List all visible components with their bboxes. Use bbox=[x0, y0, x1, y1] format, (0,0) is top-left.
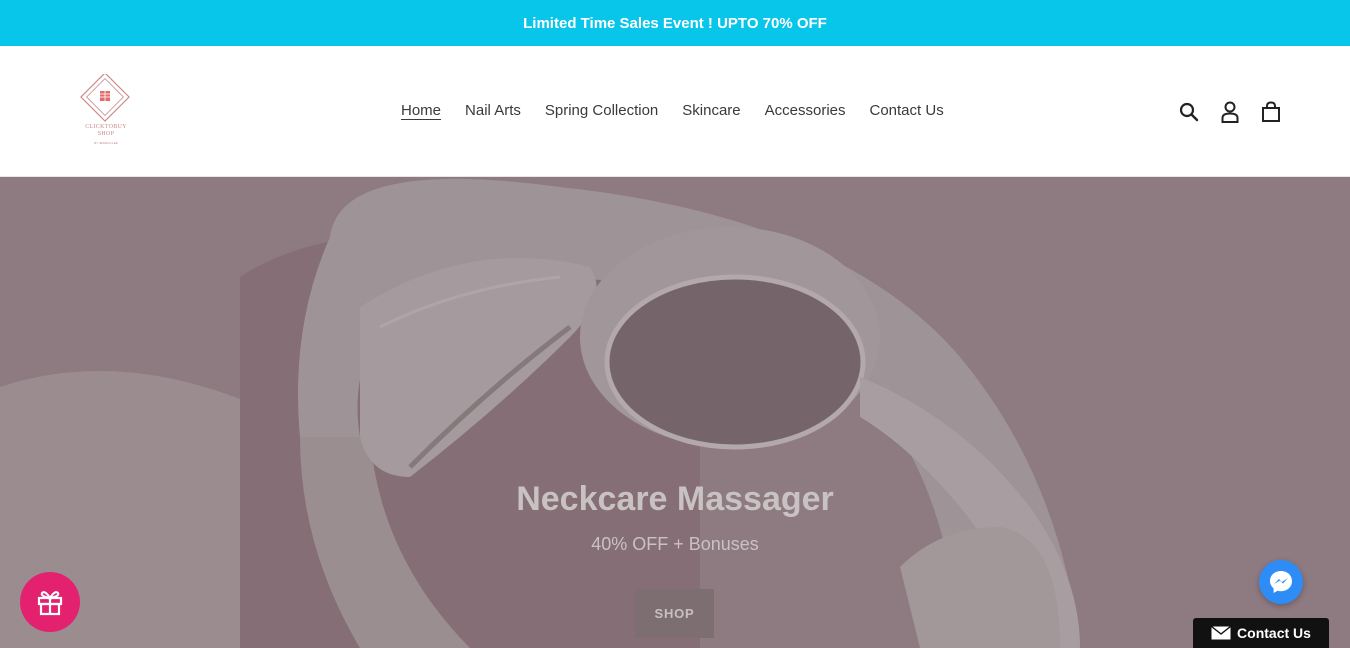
messenger-button[interactable] bbox=[1259, 560, 1303, 604]
hero-overlay bbox=[0, 177, 1350, 648]
main-nav: Home Nail Arts Spring Collection Skincar… bbox=[401, 102, 944, 120]
site-header: CLICKTOBUY SHOP BY JESSICA LEE Home Nail… bbox=[0, 46, 1350, 177]
nav-item-nail-arts[interactable]: Nail Arts bbox=[465, 102, 521, 120]
nav-item-accessories[interactable]: Accessories bbox=[765, 102, 846, 120]
cart-icon[interactable] bbox=[1259, 100, 1283, 124]
nav-item-home[interactable]: Home bbox=[401, 102, 441, 120]
hero-title: Neckcare Massager bbox=[516, 480, 834, 518]
messenger-icon bbox=[1270, 571, 1292, 593]
envelope-icon bbox=[1211, 626, 1231, 640]
announcement-text: Limited Time Sales Event ! UPTO 70% OFF bbox=[523, 14, 827, 32]
hero-subtitle: 40% OFF + Bonuses bbox=[591, 534, 759, 554]
shop-logo[interactable]: CLICKTOBUY SHOP BY JESSICA LEE bbox=[78, 72, 134, 150]
account-icon[interactable] bbox=[1218, 100, 1242, 124]
gift-icon bbox=[37, 591, 63, 616]
logo-line1: CLICKTOBUY bbox=[85, 124, 127, 130]
gift-button[interactable] bbox=[20, 572, 80, 632]
contact-us-tab[interactable]: Contact Us bbox=[1193, 618, 1329, 648]
shop-button[interactable]: SHOP bbox=[635, 589, 714, 638]
logo-text: CLICKTOBUY SHOP bbox=[78, 124, 134, 138]
nav-item-spring-collection[interactable]: Spring Collection bbox=[545, 102, 658, 120]
hero-banner: Neckcare Massager 40% OFF + Bonuses SHOP bbox=[0, 177, 1350, 648]
search-icon[interactable] bbox=[1177, 100, 1201, 124]
contact-us-label: Contact Us bbox=[1237, 625, 1311, 641]
announcement-bar: Limited Time Sales Event ! UPTO 70% OFF bbox=[0, 0, 1350, 46]
logo-diamond-icon bbox=[80, 72, 130, 122]
nav-item-skincare[interactable]: Skincare bbox=[682, 102, 740, 120]
nav-item-contact-us[interactable]: Contact Us bbox=[870, 102, 944, 120]
logo-tagline: BY JESSICA LEE bbox=[94, 141, 118, 145]
logo-line2: SHOP bbox=[97, 131, 115, 137]
header-icons bbox=[1177, 100, 1283, 124]
